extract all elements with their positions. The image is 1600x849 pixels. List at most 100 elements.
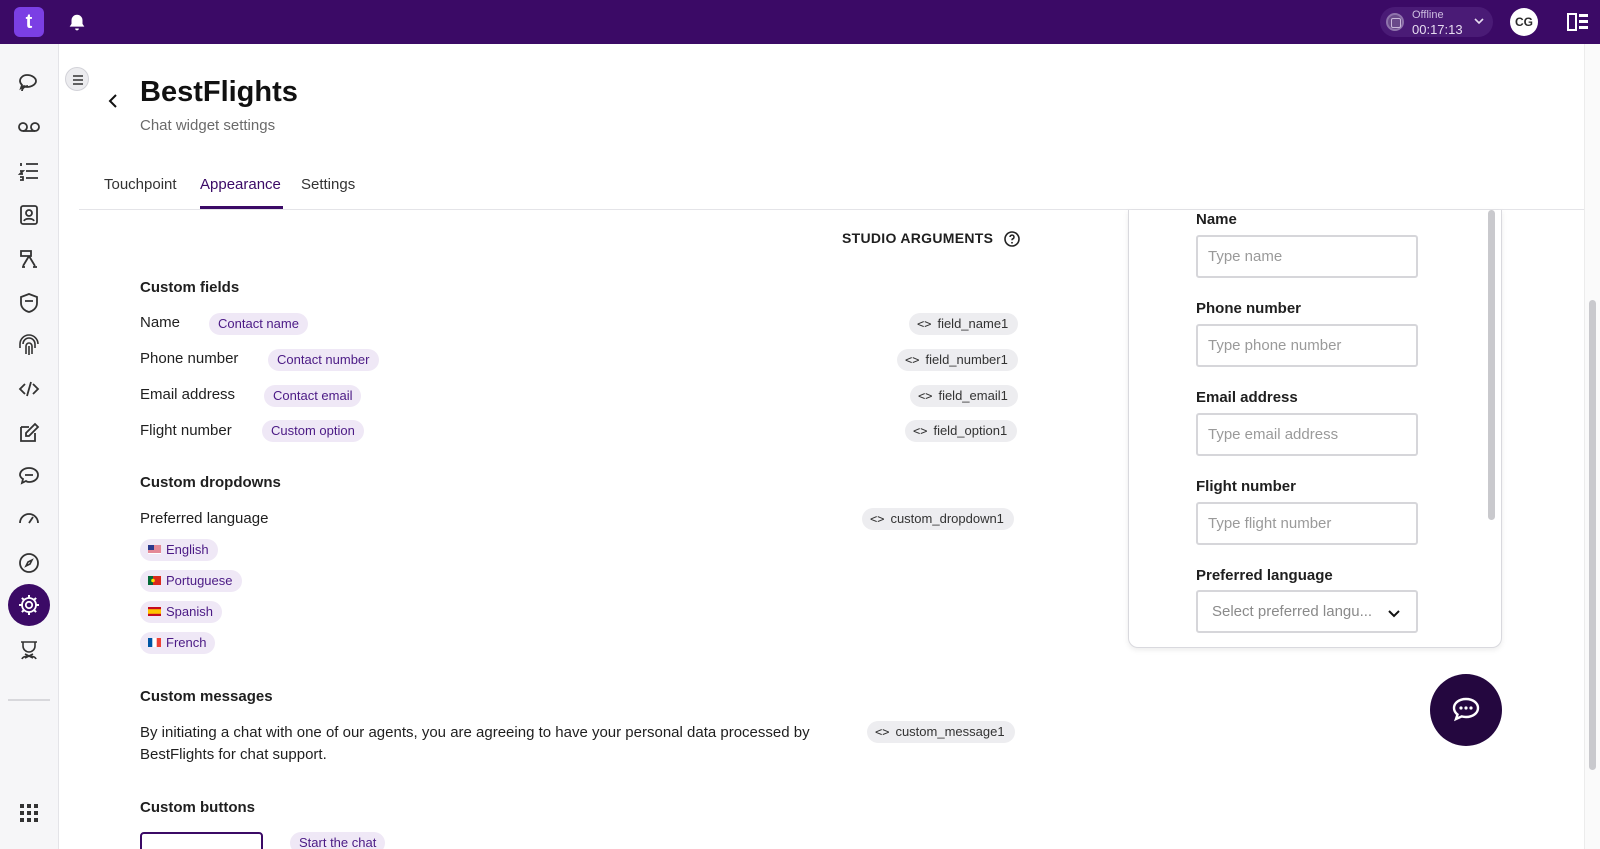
shield-icon[interactable] [17, 291, 41, 315]
page-title: BestFlights [140, 76, 298, 108]
option-label: English [166, 542, 209, 557]
edit-icon[interactable] [17, 421, 41, 445]
side-panel-toggle-icon[interactable] [1567, 12, 1589, 32]
studio-arguments-heading: STUDIO ARGUMENTS [842, 230, 994, 246]
custom-buttons-title: Custom buttons [140, 799, 255, 816]
email-address-input[interactable] [1196, 413, 1418, 456]
select-placeholder: Select preferred langu... [1212, 603, 1373, 620]
code-icon: <> [905, 353, 920, 367]
chat-bubble-icon[interactable] [17, 464, 41, 488]
gear-icon [19, 595, 39, 615]
code-icon: <> [875, 725, 890, 739]
agent-icon[interactable] [17, 638, 41, 662]
custom-field-label: Flight number [140, 422, 232, 439]
custom-field-chip[interactable]: Custom option [262, 420, 364, 442]
flight-number-input[interactable] [1196, 502, 1418, 545]
argument-name: field_number1 [925, 352, 1008, 367]
preview-field-label: Phone number [1196, 300, 1302, 317]
code-icon: <> [917, 317, 932, 331]
custom-field-label: Phone number [140, 350, 239, 367]
code-icon: <> [918, 389, 933, 403]
us-flag-icon [148, 545, 161, 554]
preview-scrollbar[interactable] [1488, 210, 1495, 520]
tab-appearance[interactable]: Appearance [200, 176, 281, 193]
chat-bubble-icon [1452, 697, 1480, 722]
preview-field-label: Email address [1196, 389, 1298, 406]
dropdown-option-chip[interactable]: Spanish [140, 601, 222, 623]
preview-field-label: Flight number [1196, 478, 1296, 495]
dropdown-option-chip[interactable]: English [140, 539, 218, 561]
back-arrow-icon[interactable] [104, 92, 122, 110]
studio-argument-chip[interactable]: <> field_name1 [909, 313, 1019, 335]
dropdown-option-chip[interactable]: Portuguese [140, 570, 242, 592]
studio-argument-chip[interactable]: <> custom_dropdown1 [862, 508, 1014, 530]
app-logo[interactable]: t [14, 7, 44, 37]
code-icon: <> [870, 512, 885, 526]
studio-argument-chip[interactable]: <> field_email1 [910, 385, 1018, 407]
argument-name: custom_message1 [895, 724, 1005, 739]
custom-dropdowns-title: Custom dropdowns [140, 474, 281, 491]
sidebar [0, 44, 59, 849]
logo-text: t [25, 11, 33, 33]
code-icon[interactable] [17, 377, 41, 401]
status-timer: 00:17:13 [1412, 22, 1463, 37]
custom-field-chip[interactable]: Contact name [209, 313, 308, 335]
code-icon: <> [913, 424, 928, 438]
preferred-language-select[interactable]: Select preferred langu... [1196, 590, 1418, 633]
ordered-list-icon[interactable] [17, 159, 41, 183]
dropdown-option-chip[interactable]: French [140, 632, 216, 654]
option-label: Spanish [166, 604, 213, 619]
chevron-down-icon [1474, 18, 1484, 25]
flow-icon[interactable] [17, 247, 41, 271]
speedometer-icon[interactable] [17, 506, 41, 530]
apps-grid-icon[interactable] [17, 801, 41, 825]
top-bar: t Offline 00:17:13 CG [0, 0, 1600, 44]
custom-fields-title: Custom fields [140, 279, 240, 296]
preview-field-label: Preferred language [1196, 567, 1333, 584]
avatar-initials: CG [1515, 15, 1533, 29]
fr-flag-icon [148, 638, 161, 647]
phone-number-input[interactable] [1196, 324, 1418, 367]
page-scrollbar[interactable] [1589, 300, 1596, 770]
argument-name: field_email1 [938, 388, 1008, 403]
custom-field-label: Email address [140, 386, 236, 403]
compass-icon[interactable] [17, 551, 41, 575]
name-input[interactable] [1196, 235, 1418, 278]
chevron-down-icon [1388, 610, 1400, 618]
settings-nav-active[interactable] [8, 584, 50, 626]
fingerprint-icon[interactable] [17, 334, 41, 358]
studio-argument-chip[interactable]: <> custom_message1 [867, 721, 1015, 743]
collapse-menu-button[interactable] [65, 67, 89, 91]
option-label: Portuguese [166, 573, 233, 588]
chat-launcher-button[interactable] [1430, 674, 1502, 746]
custom-message-text: By initiating a chat with one of our age… [140, 724, 810, 763]
studio-argument-chip[interactable]: <> field_number1 [897, 349, 1018, 371]
tab-touchpoint[interactable]: Touchpoint [104, 176, 177, 193]
tab-settings[interactable]: Settings [301, 176, 355, 193]
custom-button-preview[interactable] [140, 832, 263, 849]
voicemail-icon[interactable] [17, 115, 41, 139]
custom-field-chip[interactable]: Contact number [268, 349, 379, 371]
page-subtitle: Chat widget settings [140, 117, 276, 134]
argument-name: field_option1 [933, 423, 1008, 438]
studio-argument-chip[interactable]: <> field_option1 [905, 420, 1018, 442]
menu-icon [73, 75, 83, 85]
custom-messages-title: Custom messages [140, 688, 273, 705]
argument-name: field_name1 [937, 316, 1009, 331]
help-icon[interactable] [1003, 230, 1021, 248]
custom-field-chip[interactable]: Contact email [264, 385, 362, 407]
offline-status-icon [1386, 13, 1404, 31]
bell-icon[interactable] [66, 12, 88, 34]
pt-flag-icon [148, 576, 161, 585]
contacts-icon[interactable] [17, 203, 41, 227]
avatar[interactable]: CG [1510, 8, 1538, 36]
conversations-icon[interactable] [17, 71, 41, 95]
status-label: Offline [1412, 9, 1444, 21]
custom-field-label: Name [140, 314, 181, 331]
sidebar-divider [8, 699, 50, 701]
argument-name: custom_dropdown1 [890, 511, 1004, 526]
custom-button-chip[interactable]: Start the chat [290, 832, 386, 849]
option-label: French [166, 635, 207, 650]
agent-status-dropdown[interactable]: Offline 00:17:13 [1380, 7, 1493, 37]
preview-field-label: Name [1196, 211, 1237, 228]
